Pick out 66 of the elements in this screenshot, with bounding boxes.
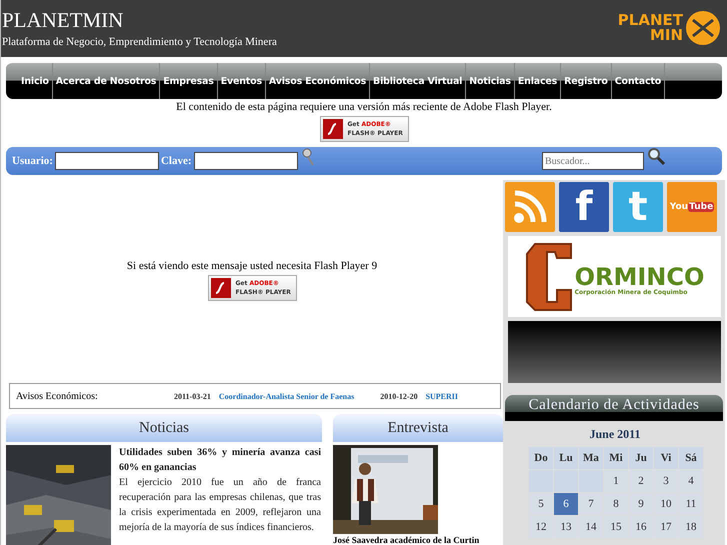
password-field[interactable] xyxy=(194,152,298,170)
day-cell[interactable]: 12 xyxy=(529,516,553,538)
nav-link[interactable]: Inicio xyxy=(18,63,53,99)
nav-link[interactable]: Registro xyxy=(561,63,612,99)
entrevista-header: Entrevista xyxy=(333,414,503,442)
day-cell[interactable]: 16 xyxy=(629,516,653,538)
site-tagline: Plataforma de Negocio, Emprendimiento y Tecnología Minera xyxy=(2,36,277,48)
day-cell[interactable]: 5 xyxy=(529,493,553,515)
weekday-cell: Ju xyxy=(629,447,653,469)
facebook-icon[interactable]: f xyxy=(559,182,609,232)
nav-link[interactable]: Acerca de Nosotros xyxy=(52,63,160,99)
day-cell[interactable]: 2 xyxy=(629,470,653,492)
weekday-cell: Lu xyxy=(554,447,578,469)
day-cell[interactable]: 10 xyxy=(654,493,678,515)
aviso-date: 2011-03-21 xyxy=(174,392,211,400)
flash-icon xyxy=(322,119,342,139)
nav-link[interactable]: Noticias xyxy=(466,63,515,99)
day-cell[interactable]: 14 xyxy=(579,516,603,538)
day-cell[interactable]: 11 xyxy=(679,493,703,515)
user-label: Usuario: xyxy=(12,155,53,167)
youtube-icon[interactable]: YouTube xyxy=(667,182,717,232)
flash-icon xyxy=(210,278,230,298)
calendar-header: Calendario de Actividades xyxy=(505,395,723,421)
aviso-date: 2010-12-20 xyxy=(380,392,418,400)
search-icon[interactable] xyxy=(646,147,666,165)
sponsor-name: ORMINCO xyxy=(574,265,704,289)
day-cell[interactable]: 13 xyxy=(554,516,578,538)
calendar-month: June 2011 xyxy=(588,427,642,442)
day-cell[interactable]: 18 xyxy=(679,516,703,538)
interview-caption[interactable]: José Saavedra académico de la Curtin xyxy=(333,535,503,545)
nav-link[interactable]: Avisos Económicos xyxy=(266,63,370,99)
day-cell[interactable]: 6 xyxy=(554,493,578,515)
aviso-link[interactable]: SUPERII xyxy=(426,392,458,400)
blank-cell xyxy=(579,470,603,492)
planetmin-logo[interactable]: PLANET MIN xyxy=(618,8,723,48)
search-field[interactable]: Buscador... xyxy=(542,152,644,170)
blank-cell xyxy=(529,470,553,492)
weekday-cell: Vi xyxy=(654,447,678,469)
weekday-cell: Ma xyxy=(579,447,603,469)
nav-link[interactable]: Eventos xyxy=(218,63,266,99)
day-cell[interactable]: 7 xyxy=(579,493,603,515)
day-cell[interactable]: 1 xyxy=(604,470,628,492)
day-cell[interactable]: 17 xyxy=(654,516,678,538)
day-cell[interactable]: 9 xyxy=(629,493,653,515)
day-cell[interactable]: 3 xyxy=(654,470,678,492)
day-cell[interactable]: 8 xyxy=(604,493,628,515)
nav-link[interactable]: Contacto xyxy=(612,63,666,99)
nav-link[interactable]: Biblioteca Virtual xyxy=(370,63,466,99)
password-label: Clave: xyxy=(160,155,192,167)
news-headline[interactable]: Utilidades suben 36% y minería avanza casi 60% en ganancias xyxy=(119,445,321,475)
avisos-label: Avisos Económicos: xyxy=(16,390,99,402)
site-title: PLANETMIN xyxy=(2,8,124,32)
weekday-cell: Do xyxy=(529,447,553,469)
user-field[interactable] xyxy=(54,152,159,170)
news-summary: El ejercicio 2010 fue un año de franca recuperación para las empresas chilenas, que tras la crisis experimentada en 2009, reflejaron una mejoría de la mayoría de sus índices financieros. xyxy=(119,476,321,535)
aviso-link[interactable]: Coordinador-Analista Senior de Faenas xyxy=(218,392,354,400)
day-cell[interactable]: 15 xyxy=(604,516,628,538)
flash-message: Si está viendo este mensaje usted necesita Flash Player 9 xyxy=(126,260,378,272)
weekday-cell: Mi xyxy=(604,447,628,469)
noticias-header: Noticias xyxy=(6,414,322,442)
flash-notice: El contenido de esta página requiere una versión más reciente de Adobe Flash Player. xyxy=(175,101,553,113)
weekday-cell: Sá xyxy=(679,447,703,469)
day-cell[interactable]: 4 xyxy=(679,470,703,492)
nav-link[interactable]: Empresas xyxy=(160,63,218,99)
blank-cell xyxy=(554,470,578,492)
nav-link[interactable]: Enlaces xyxy=(514,63,562,99)
